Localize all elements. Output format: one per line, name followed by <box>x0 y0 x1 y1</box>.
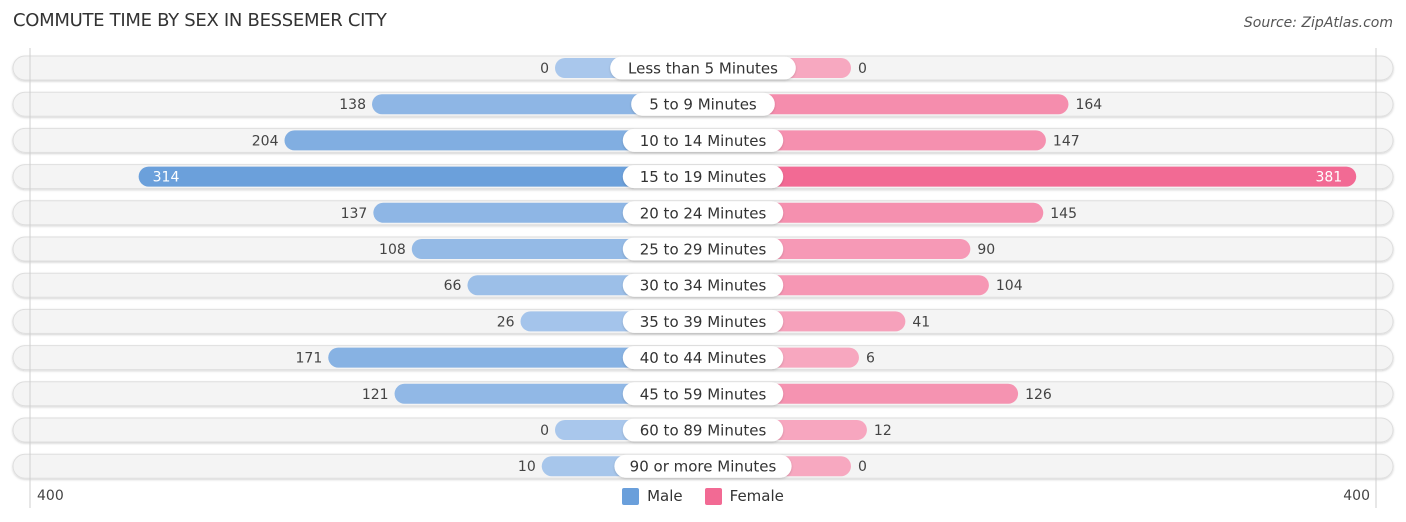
value-label-male: 108 <box>379 242 406 258</box>
category-label: 90 or more Minutes <box>630 458 777 476</box>
bar-male <box>138 166 704 187</box>
value-label-male: 314 <box>153 170 180 186</box>
legend-label-female: Female <box>729 487 784 505</box>
category-label: 15 to 19 Minutes <box>640 168 767 186</box>
category-label: 5 to 9 Minutes <box>649 96 757 114</box>
value-label-female: 41 <box>912 314 930 330</box>
category-label: 60 to 89 Minutes <box>640 422 767 440</box>
bar-female <box>703 166 1357 187</box>
category-label: 25 to 29 Minutes <box>640 241 767 259</box>
category-label: 10 to 14 Minutes <box>640 132 767 150</box>
legend: Male Female <box>0 487 1406 505</box>
category-label: 20 to 24 Minutes <box>640 204 767 222</box>
value-label-female: 147 <box>1053 133 1080 149</box>
value-label-female: 164 <box>1075 97 1102 113</box>
value-label-male: 66 <box>444 278 462 294</box>
category-label: 45 to 59 Minutes <box>640 385 767 403</box>
value-label-male: 0 <box>540 423 549 439</box>
category-label: Less than 5 Minutes <box>628 60 778 78</box>
value-label-male: 138 <box>339 97 366 113</box>
value-label-male: 0 <box>540 61 549 77</box>
value-label-female: 0 <box>858 61 867 77</box>
value-label-female: 12 <box>874 423 892 439</box>
value-label-male: 204 <box>252 133 279 149</box>
value-label-female: 126 <box>1025 387 1052 403</box>
legend-swatch-female <box>704 487 722 505</box>
chart-canvas: 0 0 Less than 5 Minutes 138 164 5 to 9 Minute… <box>12 48 1394 508</box>
legend-label-male: Male <box>647 487 683 505</box>
category-label: 30 to 34 Minutes <box>640 277 767 295</box>
value-label-female: 381 <box>1315 170 1342 186</box>
value-label-female: 90 <box>977 242 995 258</box>
value-label-female: 104 <box>996 278 1023 294</box>
legend-item-female[interactable]: Female <box>704 487 784 505</box>
category-label: 40 to 44 Minutes <box>640 349 767 367</box>
value-label-male: 137 <box>341 206 368 222</box>
legend-item-male[interactable]: Male <box>622 487 683 505</box>
value-label-male: 10 <box>518 459 536 475</box>
value-label-male: 121 <box>362 387 389 403</box>
legend-swatch-male <box>622 487 640 505</box>
value-label-female: 145 <box>1050 206 1077 222</box>
category-label: 35 to 39 Minutes <box>640 313 767 331</box>
value-label-female: 0 <box>858 459 867 475</box>
value-label-male: 171 <box>296 351 323 367</box>
value-label-female: 6 <box>866 351 875 367</box>
value-label-male: 26 <box>497 314 515 330</box>
